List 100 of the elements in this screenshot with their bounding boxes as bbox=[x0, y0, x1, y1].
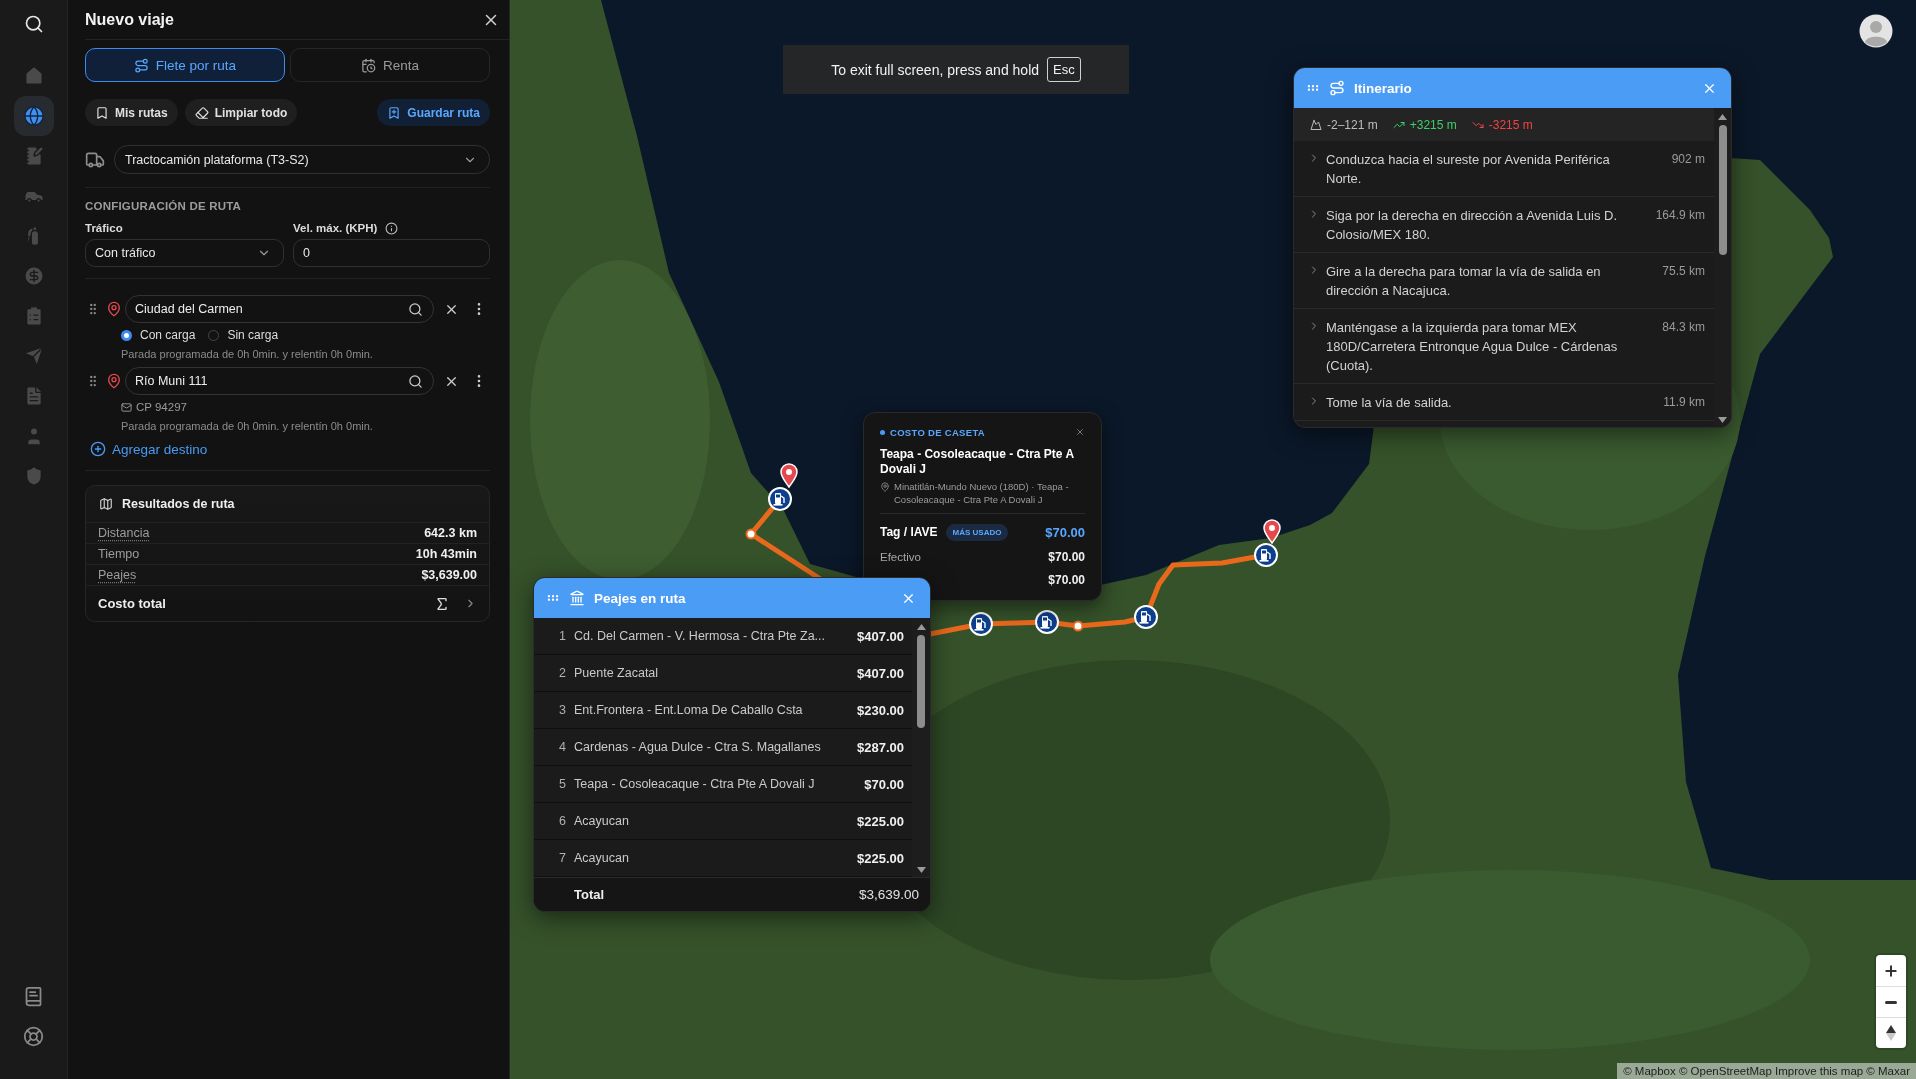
map-pin-icon[interactable] bbox=[1263, 519, 1281, 544]
step-distance: 164.9 km bbox=[1654, 207, 1705, 224]
envelope-icon bbox=[121, 401, 132, 413]
row-number: 6 bbox=[558, 814, 566, 828]
mode-tab[interactable]: Flete por ruta bbox=[85, 48, 285, 82]
traffic-select[interactable]: Con tráfico bbox=[85, 239, 284, 267]
payment-label: Efectivo bbox=[880, 551, 921, 563]
vehicle-select[interactable]: Tractocamión plataforma (T3-S2) bbox=[114, 145, 490, 174]
toll-row[interactable]: 2 Puente Zacatal $407.00 bbox=[534, 655, 912, 692]
search-icon bbox=[23, 14, 44, 34]
compass-icon bbox=[1886, 1025, 1896, 1041]
panel-title: Nuevo viaje bbox=[85, 10, 174, 29]
elevation-range: -2–121 m bbox=[1327, 117, 1378, 132]
toll-name: Cardenas - Agua Dulce - Ctra S. Magallanes bbox=[574, 740, 822, 754]
scroll-up-icon[interactable] bbox=[1718, 114, 1727, 120]
toll-row[interactable]: 7 Acayucan $225.00 bbox=[534, 840, 912, 877]
radio-label: Sin carga bbox=[227, 328, 279, 342]
toll-row[interactable]: 1 Cd. Del Carmen - V. Hermosa - Ctra Pte Za... $407.00 bbox=[534, 618, 912, 655]
toll-price: $225.00 bbox=[857, 813, 904, 829]
toll-name: Acayucan bbox=[574, 814, 630, 828]
radio-button[interactable] bbox=[121, 329, 132, 341]
mountain-icon bbox=[1310, 118, 1322, 131]
keyboard-key: Esc bbox=[1047, 57, 1081, 82]
most-used-badge: MÁS USADO bbox=[945, 523, 1009, 541]
scrollbar[interactable] bbox=[1714, 108, 1731, 427]
step-text: Gire a la derecha para tomar la vía de salida en dirección a Nacajuca. bbox=[1326, 263, 1602, 300]
plus-circle-icon bbox=[90, 441, 106, 457]
mode-tab[interactable]: Renta bbox=[290, 48, 490, 82]
itinerary-step[interactable]: Gire a la derecha para tomar la vía de salida en dirección a Nacajuca. 75.5 km bbox=[1294, 253, 1714, 309]
action-button[interactable]: Limpiar todo bbox=[184, 99, 298, 126]
action-button[interactable]: Guardar ruta bbox=[377, 99, 490, 126]
elevation-gain: +3215 m bbox=[1409, 117, 1457, 132]
map-icon bbox=[99, 497, 113, 511]
toll-booth-title: Teapa - Cosoleacaque - Ctra Pte A Dovali J bbox=[880, 447, 1075, 477]
map-pin-icon bbox=[106, 373, 122, 389]
toll-row[interactable]: 4 Cardenas - Agua Dulce - Ctra S. Magallanes $287.00 bbox=[534, 729, 912, 766]
toll-price: $225.00 bbox=[857, 850, 904, 866]
notebook-icon bbox=[23, 985, 44, 1007]
result-label: Tiempo bbox=[98, 547, 140, 561]
step-distance: 11.9 km bbox=[1662, 394, 1705, 411]
toll-name: Puente Zacatal bbox=[574, 666, 660, 680]
total-amount: $3,639.00 bbox=[858, 887, 919, 902]
row-number: 5 bbox=[558, 777, 566, 791]
sigma-icon[interactable] bbox=[434, 595, 450, 612]
payment-amount: $70.00 bbox=[1045, 524, 1085, 540]
elevation-loss: -3215 m bbox=[1488, 117, 1533, 132]
info-icon[interactable] bbox=[385, 221, 399, 235]
sidebar-item[interactable] bbox=[13, 96, 54, 136]
action-button[interactable]: Mis rutas bbox=[85, 99, 178, 126]
status-dot-icon bbox=[880, 429, 885, 435]
scrollbar-thumb[interactable] bbox=[1718, 125, 1727, 255]
radio-label: Con carga bbox=[140, 328, 196, 342]
map-pin-icon bbox=[106, 301, 122, 317]
scrollbar-thumb[interactable] bbox=[917, 635, 925, 728]
globe-icon bbox=[22, 105, 45, 127]
itinerary-step[interactable]: Tome la vía de salida. 11.9 km bbox=[1294, 384, 1714, 421]
itinerary-step[interactable]: Siga por la derecha en dirección a Avenida Luis D. Colosio/MEX 180. 164.9 km bbox=[1294, 197, 1714, 253]
result-value: 642.3 km bbox=[424, 526, 477, 540]
add-destination-link[interactable]: Agregar destino bbox=[85, 440, 208, 458]
itinerary-step[interactable]: Manténgase a la izquierda para tomar MEX 180D/Carretera Entronque Agua Dulce - Cárdenas (Cuota). 84.3 km bbox=[1294, 309, 1714, 384]
map-pin-icon[interactable] bbox=[780, 463, 798, 488]
row-number: 2 bbox=[558, 666, 566, 680]
toll-row[interactable]: 5 Teapa - Cosoleacaque - Ctra Pte A Dovali J $70.00 bbox=[534, 766, 912, 803]
payment-amount: $70.00 bbox=[1048, 550, 1085, 564]
toll-row[interactable]: 6 Acayucan $225.00 bbox=[534, 803, 912, 840]
toll-price: $70.00 bbox=[864, 776, 904, 792]
toll-price: $407.00 bbox=[857, 628, 904, 644]
popup-label: COSTO DE CASETA bbox=[890, 426, 985, 438]
route-icon bbox=[133, 57, 149, 73]
total-label: Costo total bbox=[98, 596, 166, 611]
field-label: Vel. máx. (KPH) bbox=[293, 221, 378, 235]
result-label: Distancia bbox=[98, 526, 150, 540]
stop-note: Parada programada de 0h 0min. y relentín 0h 0min. bbox=[120, 419, 374, 433]
result-label: Peajes bbox=[98, 568, 137, 582]
scroll-up-icon[interactable] bbox=[916, 624, 926, 630]
scroll-down-icon[interactable] bbox=[1718, 417, 1727, 423]
row-number: 1 bbox=[558, 629, 566, 643]
minus-icon bbox=[1885, 1000, 1897, 1004]
stop-note: Parada programada de 0h 0min. y relentín 0h 0min. bbox=[120, 347, 374, 361]
step-distance: 75.5 km bbox=[1661, 263, 1705, 280]
payment-amount: $70.00 bbox=[1048, 573, 1085, 587]
bookmark-plus-icon bbox=[387, 105, 402, 120]
step-text: Manténgase a la izquierda para tomar MEX 180D/Carretera Entronque Agua Dulce - Cárdenas (Cuota). bbox=[1326, 319, 1619, 375]
step-text: Conduzca hacia el sureste por Avenida Periférica Norte. bbox=[1326, 151, 1611, 188]
row-number: 7 bbox=[558, 851, 566, 865]
route-icon bbox=[1329, 80, 1345, 96]
total-label: Total bbox=[574, 887, 605, 902]
waypoint-dot-icon[interactable] bbox=[745, 528, 757, 540]
max-speed-input[interactable]: 0 bbox=[293, 239, 490, 267]
toll-price: $230.00 bbox=[857, 702, 904, 718]
waypoint-dot-icon[interactable] bbox=[1072, 620, 1084, 632]
row-number: 4 bbox=[558, 740, 566, 754]
scroll-down-icon[interactable] bbox=[916, 867, 926, 873]
itinerary-step[interactable]: Conduzca hacia el sureste por Avenida Periférica Norte. 902 m bbox=[1294, 141, 1714, 197]
toll-row[interactable]: 3 Ent.Frontera - Ent.Loma De Caballo Csta $230.00 bbox=[534, 692, 912, 729]
dollar-coin-icon bbox=[22, 265, 45, 287]
toll-name: Acayucan bbox=[574, 851, 630, 865]
field-label: Tráfico bbox=[85, 221, 123, 235]
avatar-icon[interactable] bbox=[1859, 14, 1893, 48]
calendar-clock-icon bbox=[361, 57, 376, 73]
